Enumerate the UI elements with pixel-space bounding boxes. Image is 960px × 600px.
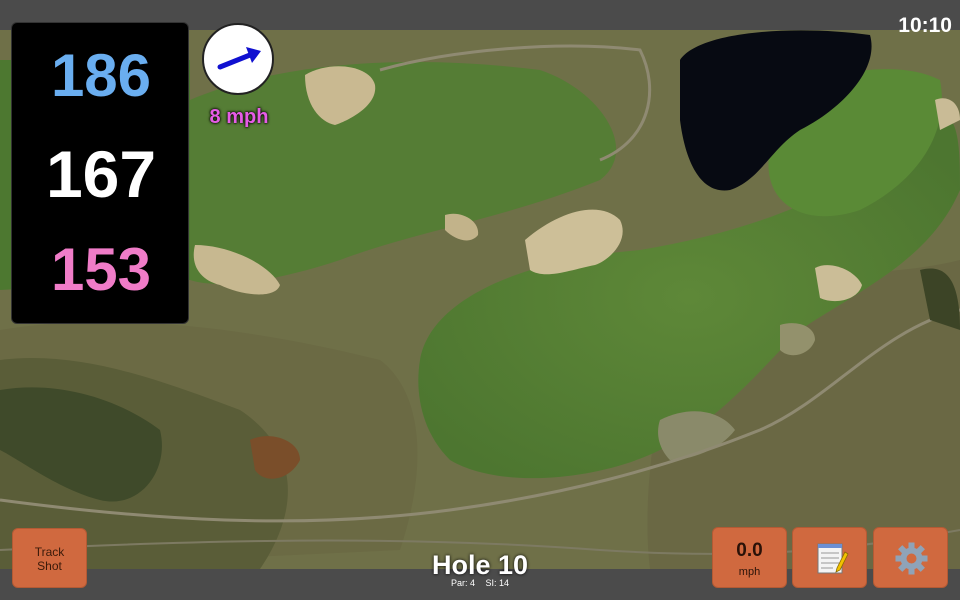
wind-speed-label: 8 mph xyxy=(209,106,269,128)
hole-title: Hole 10 xyxy=(431,550,529,580)
wind-value: 0.0 xyxy=(736,540,763,561)
front-distance: 153 xyxy=(50,236,152,303)
back-distance: 186 xyxy=(50,42,152,109)
track-shot-button[interactable]: Track Shot xyxy=(12,528,87,588)
arrow-right-up-icon xyxy=(217,47,261,70)
track-shot-label-line1: Track xyxy=(34,545,65,559)
middle-distance: 167 xyxy=(45,137,157,211)
hole-si: SI: 14 xyxy=(485,578,510,588)
track-shot-label-line2: Shot xyxy=(37,559,62,573)
scorecard-button[interactable] xyxy=(792,527,867,588)
distance-panel: 186 167 153 xyxy=(11,22,189,324)
notepad-icon xyxy=(817,543,849,574)
clock: 10:10 xyxy=(898,14,952,37)
settings-button[interactable] xyxy=(873,527,948,588)
wind-speed-button[interactable]: 0.0 mph xyxy=(712,527,787,588)
wind-direction-indicator xyxy=(202,23,274,95)
hole-par: Par: 4 xyxy=(450,578,475,588)
hole-info: Par: 4 SI: 14 xyxy=(380,578,580,588)
wind-unit: mph xyxy=(738,566,761,578)
gear-icon xyxy=(895,542,928,575)
